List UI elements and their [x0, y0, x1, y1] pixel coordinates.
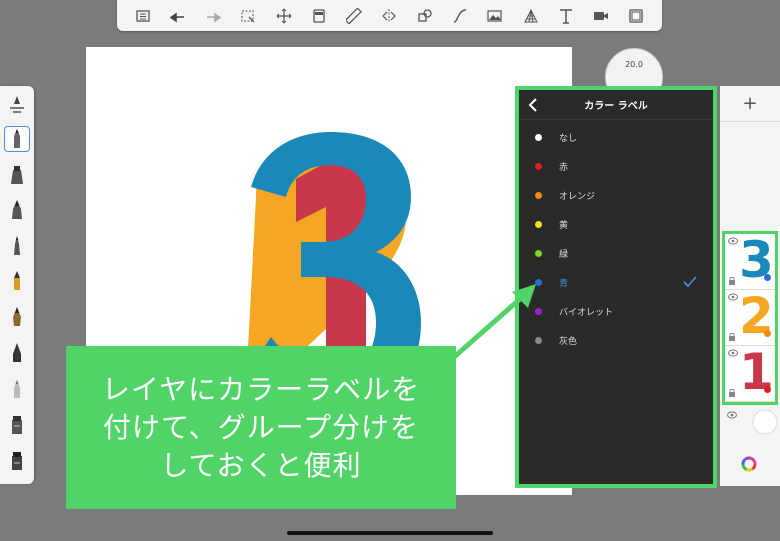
color-label-item[interactable]: なし: [519, 126, 713, 148]
color-dot: [535, 162, 542, 170]
callout-box: レイヤにカラーラベルを 付けて、グループ分けを しておくと便利: [66, 346, 456, 509]
layer-panel: + 321: [720, 86, 780, 486]
brush-size-icon[interactable]: [4, 92, 30, 118]
color-label-text: 黄: [559, 220, 569, 231]
calligraphy-pen-icon[interactable]: [4, 340, 30, 366]
color-wheel-icon[interactable]: [741, 456, 757, 472]
shape-icon[interactable]: [407, 0, 442, 31]
layer-color-dot: [764, 386, 771, 393]
top-toolbar: [117, 0, 662, 31]
color-dot: [535, 249, 542, 257]
list-icon[interactable]: [125, 0, 160, 31]
perspective-icon[interactable]: [513, 0, 548, 31]
paintbrush-icon[interactable]: [4, 233, 30, 259]
eraser-icon[interactable]: [4, 376, 30, 402]
add-layer-button[interactable]: +: [720, 86, 780, 122]
callout-line-1: レイヤにカラーラベルを: [101, 372, 421, 406]
eye-icon[interactable]: [728, 237, 738, 245]
marker-brush-icon[interactable]: [4, 197, 30, 223]
video-icon[interactable]: [583, 0, 618, 31]
redo-icon[interactable]: [196, 0, 231, 31]
ink-pen-icon[interactable]: [4, 268, 30, 294]
image-icon[interactable]: [478, 0, 513, 31]
color-label-item[interactable]: 灰色: [519, 329, 713, 351]
text-icon[interactable]: [548, 0, 583, 31]
color-label-item[interactable]: 青: [519, 271, 713, 293]
lock-icon[interactable]: [728, 332, 736, 341]
color-label-item[interactable]: 黄: [519, 213, 713, 235]
layer-color-dot: [764, 330, 771, 337]
color-label-text: 青: [559, 278, 569, 289]
color-label-text: バイオレット: [559, 307, 614, 318]
color-dot: [535, 191, 542, 199]
fountain-pen-icon[interactable]: [4, 304, 30, 330]
color-label-panel: カラー ラベル なし赤オレンジ黄緑青バイオレット 灰色: [515, 86, 717, 488]
color-label-text: 緑: [559, 249, 569, 260]
panel-title: カラー ラベル: [584, 101, 648, 112]
canvas-icon[interactable]: [301, 0, 336, 31]
color-label-text: 灰色: [559, 336, 578, 347]
layer-thumbnail[interactable]: 1: [725, 344, 775, 402]
color-label-text: なし: [559, 133, 578, 144]
selection-icon[interactable]: [231, 0, 266, 31]
airbrush-icon[interactable]: [4, 162, 30, 188]
eye-icon[interactable]: [728, 293, 738, 301]
panel-header: カラー ラベル: [519, 90, 713, 120]
brush-toolbar: [0, 86, 34, 484]
empty-layer[interactable]: [722, 407, 778, 443]
pencil-brush-icon[interactable]: [4, 126, 30, 152]
color-dot: [535, 133, 542, 141]
layer-color-dot: [764, 274, 771, 281]
color-label-text: オレンジ: [559, 191, 596, 202]
transform-icon[interactable]: [266, 0, 301, 31]
color-label-item[interactable]: オレンジ: [519, 184, 713, 206]
lock-icon[interactable]: [728, 388, 736, 397]
empty-thumb-icon: [752, 409, 778, 435]
layer-thumbnail[interactable]: 3: [725, 232, 775, 290]
color-dot: [535, 220, 542, 228]
color-label-item[interactable]: バイオレット: [519, 300, 713, 322]
eye-icon[interactable]: [727, 411, 737, 419]
color-label-text: 赤: [559, 162, 569, 173]
callout-line-2: 付けて、グループ分けを: [103, 410, 419, 444]
lock-icon[interactable]: [728, 276, 736, 285]
dial-value: 20.0: [625, 60, 643, 69]
fullscreen-icon[interactable]: [619, 0, 654, 31]
undo-icon[interactable]: [160, 0, 195, 31]
smudge-icon[interactable]: [4, 448, 30, 474]
symmetry-icon[interactable]: [372, 0, 407, 31]
color-label-item[interactable]: 赤: [519, 155, 713, 177]
home-indicator[interactable]: [287, 531, 493, 535]
curve-icon[interactable]: [442, 0, 477, 31]
blender-icon[interactable]: [4, 412, 30, 438]
layer-thumbnail[interactable]: 2: [725, 288, 775, 346]
ruler-icon[interactable]: [337, 0, 372, 31]
back-chevron-icon[interactable]: [525, 96, 543, 114]
checkmark-icon: [683, 276, 697, 288]
callout-line-3: しておくと便利: [160, 448, 362, 482]
color-label-item[interactable]: 緑: [519, 242, 713, 264]
eye-icon[interactable]: [728, 349, 738, 357]
layer-thumbnails: 321: [722, 231, 778, 405]
